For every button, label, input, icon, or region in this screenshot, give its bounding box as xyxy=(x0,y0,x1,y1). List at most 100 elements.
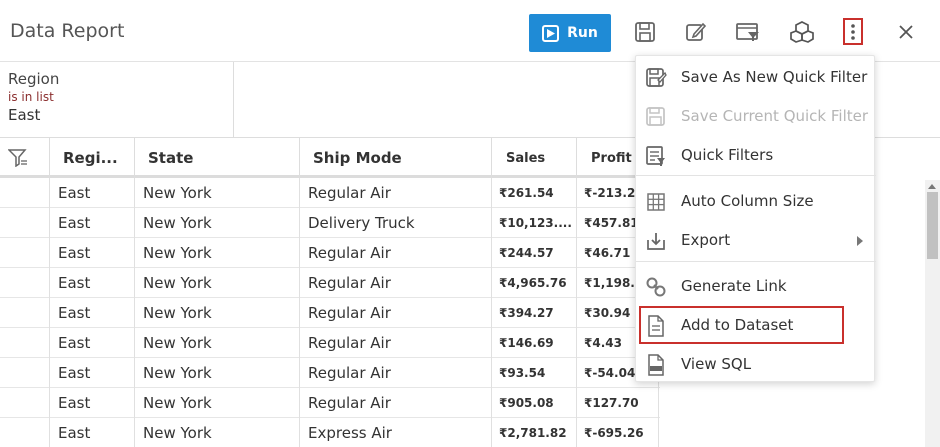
table-row[interactable]: East New York Regular Air ₹146.69 ₹4.43 xyxy=(0,328,660,358)
column-filter-icon[interactable] xyxy=(0,138,50,178)
cell-state[interactable]: New York xyxy=(135,418,300,447)
row-gutter xyxy=(0,358,50,388)
cell-sales[interactable]: ₹2,781.82 xyxy=(492,418,577,447)
save-icon[interactable] xyxy=(633,21,657,43)
menu-item-label: View SQL xyxy=(681,355,752,373)
menu-item-label: Save Current Quick Filter xyxy=(681,107,869,125)
cell-ship-mode[interactable]: Regular Air xyxy=(300,268,492,298)
cell-ship-mode[interactable]: Regular Air xyxy=(300,238,492,268)
cell-region[interactable]: East xyxy=(50,238,135,268)
cell-state[interactable]: New York xyxy=(135,298,300,328)
cell-region[interactable]: East xyxy=(50,418,135,447)
menu-item-view-sql[interactable]: View SQL xyxy=(636,345,876,383)
header-bar: Data Report Run xyxy=(0,0,940,62)
row-gutter xyxy=(0,388,50,418)
menu-item-label: Save As New Quick Filter xyxy=(681,68,868,86)
table-row[interactable]: East New York Regular Air ₹4,965.76 ₹1,198.9 xyxy=(0,268,660,298)
menu-item-save-current-quick-filter[interactable]: Save Current Quick Filter xyxy=(636,97,876,135)
cell-ship-mode[interactable]: Regular Air xyxy=(300,298,492,328)
table-row[interactable]: East New York Regular Air ₹905.08 ₹127.70 xyxy=(0,388,660,418)
column-header-sales[interactable]: Sales xyxy=(492,138,577,178)
cell-state[interactable]: New York xyxy=(135,208,300,238)
menu-item-export[interactable]: Export xyxy=(636,221,876,259)
row-gutter xyxy=(0,268,50,298)
cell-sales[interactable]: ₹261.54 xyxy=(492,178,577,208)
cell-ship-mode[interactable]: Regular Air xyxy=(300,178,492,208)
cell-region[interactable]: East xyxy=(50,388,135,418)
menu-item-label: Add to Dataset xyxy=(681,316,794,334)
page-title: Data Report xyxy=(10,20,125,42)
export-icon xyxy=(645,230,667,252)
submenu-arrow-icon xyxy=(857,236,863,246)
vertical-dots-icon xyxy=(851,23,855,40)
menu-item-auto-column-size[interactable]: Auto Column Size xyxy=(636,182,876,220)
cell-state[interactable]: New York xyxy=(135,178,300,208)
row-gutter xyxy=(0,298,50,328)
cell-state[interactable]: New York xyxy=(135,358,300,388)
close-icon[interactable] xyxy=(896,22,916,42)
cell-state[interactable]: New York xyxy=(135,388,300,418)
cell-sales[interactable]: ₹4,965.76 xyxy=(492,268,577,298)
cell-sales[interactable]: ₹93.54 xyxy=(492,358,577,388)
table-row[interactable]: East New York Regular Air ₹93.54 ₹-54.04 xyxy=(0,358,660,388)
table-row[interactable]: East New York Regular Air ₹244.57 ₹46.71 xyxy=(0,238,660,268)
vertical-scrollbar[interactable] xyxy=(925,180,940,447)
filter-panel-icon[interactable] xyxy=(736,21,760,43)
cell-state[interactable]: New York xyxy=(135,268,300,298)
options-menu: Save As New Quick Filter Save Current Qu… xyxy=(635,55,876,383)
cell-region[interactable]: East xyxy=(50,328,135,358)
cell-sales[interactable]: ₹10,123.... xyxy=(492,208,577,238)
play-icon xyxy=(542,24,560,42)
more-options-button[interactable] xyxy=(843,18,863,45)
cell-sales[interactable]: ₹394.27 xyxy=(492,298,577,328)
menu-divider xyxy=(636,175,876,176)
cell-profit[interactable]: ₹-695.26 xyxy=(577,418,659,447)
row-gutter xyxy=(0,418,50,447)
menu-item-label: Quick Filters xyxy=(681,146,774,164)
table-body: East New York Regular Air ₹261.54 ₹-213.25 Ea… xyxy=(0,178,660,447)
cell-region[interactable]: East xyxy=(50,268,135,298)
edit-icon[interactable] xyxy=(684,21,708,43)
cell-region[interactable]: East xyxy=(50,178,135,208)
filter-value: East xyxy=(8,106,41,124)
cubes-icon[interactable] xyxy=(790,21,814,43)
cell-sales[interactable]: ₹146.69 xyxy=(492,328,577,358)
menu-item-label: Generate Link xyxy=(681,277,787,295)
cell-state[interactable]: New York xyxy=(135,238,300,268)
table-row[interactable]: East New York Delivery Truck ₹10,123.... ₹45… xyxy=(0,208,660,238)
cell-sales[interactable]: ₹905.08 xyxy=(492,388,577,418)
cell-region[interactable]: East xyxy=(50,208,135,238)
save-as-icon xyxy=(645,67,667,89)
cell-ship-mode[interactable]: Regular Air xyxy=(300,388,492,418)
menu-divider xyxy=(636,261,876,262)
menu-item-label: Export xyxy=(681,231,731,249)
cell-region[interactable]: East xyxy=(50,358,135,388)
document-icon xyxy=(645,315,667,337)
run-button[interactable]: Run xyxy=(529,14,611,52)
table-row[interactable]: East New York Regular Air ₹394.27 ₹30.94 xyxy=(0,298,660,328)
cell-profit[interactable]: ₹127.70 xyxy=(577,388,659,418)
column-header-state[interactable]: State xyxy=(135,138,300,178)
column-header-ship-mode[interactable]: Ship Mode xyxy=(300,138,492,178)
table-row[interactable]: East New York Express Air ₹2,781.82 ₹-695.26 xyxy=(0,418,660,447)
cell-ship-mode[interactable]: Delivery Truck xyxy=(300,208,492,238)
menu-item-generate-link[interactable]: Generate Link xyxy=(636,267,876,305)
table-row[interactable]: East New York Regular Air ₹261.54 ₹-213.25 xyxy=(0,178,660,208)
cell-ship-mode[interactable]: Regular Air xyxy=(300,328,492,358)
filter-chip-region[interactable]: Region is in list East xyxy=(0,62,234,137)
grid-icon xyxy=(645,191,667,213)
sql-file-icon xyxy=(645,354,667,376)
menu-item-quick-filters[interactable]: Quick Filters xyxy=(636,136,876,174)
cell-ship-mode[interactable]: Express Air xyxy=(300,418,492,447)
menu-item-add-to-dataset[interactable]: Add to Dataset xyxy=(639,306,844,344)
menu-item-save-as-new-quick-filter[interactable]: Save As New Quick Filter xyxy=(636,58,876,96)
cell-sales[interactable]: ₹244.57 xyxy=(492,238,577,268)
cell-ship-mode[interactable]: Regular Air xyxy=(300,358,492,388)
column-header-region[interactable]: Regi... xyxy=(50,138,135,178)
filter-operator: is in list xyxy=(8,90,54,104)
scroll-up-icon[interactable] xyxy=(928,184,936,189)
scrollbar-thumb[interactable] xyxy=(927,192,938,259)
filter-name: Region xyxy=(8,70,60,88)
cell-region[interactable]: East xyxy=(50,298,135,328)
cell-state[interactable]: New York xyxy=(135,328,300,358)
